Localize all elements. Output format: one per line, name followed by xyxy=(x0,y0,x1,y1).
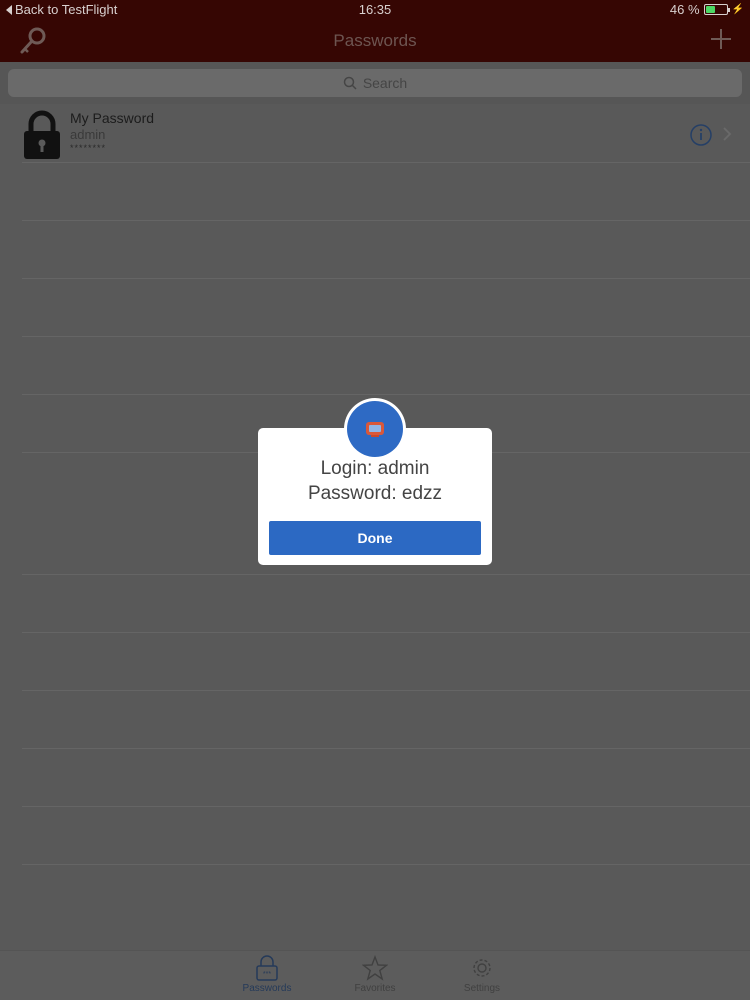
tab-label: Settings xyxy=(463,983,501,994)
alert-badge xyxy=(344,398,406,460)
lock-icon xyxy=(24,110,60,159)
info-icon[interactable] xyxy=(690,124,712,146)
plus-icon[interactable] xyxy=(710,28,732,50)
app-icon xyxy=(347,401,403,457)
row-divider xyxy=(22,220,750,221)
charging-icon: ⚡ xyxy=(731,4,744,15)
page-title: Passwords xyxy=(333,31,417,50)
search-placeholder: Search xyxy=(362,75,408,91)
battery-level-fill xyxy=(705,6,715,13)
battery-percent: 46 % xyxy=(669,2,700,17)
item-username: admin xyxy=(70,127,106,142)
row-divider xyxy=(22,162,750,163)
search-icon xyxy=(343,76,357,90)
row-divider xyxy=(22,748,750,749)
search-input[interactable]: Search xyxy=(8,69,742,97)
item-name: My Password xyxy=(70,110,155,126)
tab-favorites[interactable]: Favorites xyxy=(335,955,415,994)
done-button[interactable]: Done xyxy=(269,521,481,555)
tab-passwords[interactable]: *** Passwords xyxy=(227,955,307,994)
alert-password-text: Password: edzz xyxy=(307,483,443,504)
app-glyph-icon xyxy=(366,422,384,437)
status-right: 46 % ⚡ xyxy=(670,2,744,17)
chevron-right-icon xyxy=(723,127,732,141)
status-bar: Back to TestFlight 16:35 46 % ⚡ xyxy=(0,0,750,20)
tab-label: Passwords xyxy=(242,983,292,994)
row-divider xyxy=(22,394,750,395)
row-divider xyxy=(22,336,750,337)
battery-icon xyxy=(703,4,730,15)
item-masked-password: ******** xyxy=(70,143,107,153)
tab-label: Favorites xyxy=(354,983,396,994)
row-divider xyxy=(22,574,750,575)
row-divider xyxy=(22,864,750,865)
list-item[interactable]: My Password admin ******** xyxy=(0,104,750,162)
row-divider xyxy=(22,690,750,691)
svg-text:***: *** xyxy=(263,971,271,978)
row-divider xyxy=(22,632,750,633)
row-divider xyxy=(22,278,750,279)
gear-icon xyxy=(473,959,491,977)
star-icon xyxy=(362,955,388,981)
alert-login-text: Login: admin xyxy=(320,458,430,479)
lock-icon: *** xyxy=(256,955,278,981)
status-time: 16:35 xyxy=(358,2,392,17)
tab-settings[interactable]: Settings xyxy=(442,955,522,994)
tab-bar: *** Passwords Favorites Settings xyxy=(0,950,750,1000)
search-bar: Search xyxy=(0,62,750,104)
navigation-bar: Passwords xyxy=(0,20,750,62)
row-divider xyxy=(22,806,750,807)
